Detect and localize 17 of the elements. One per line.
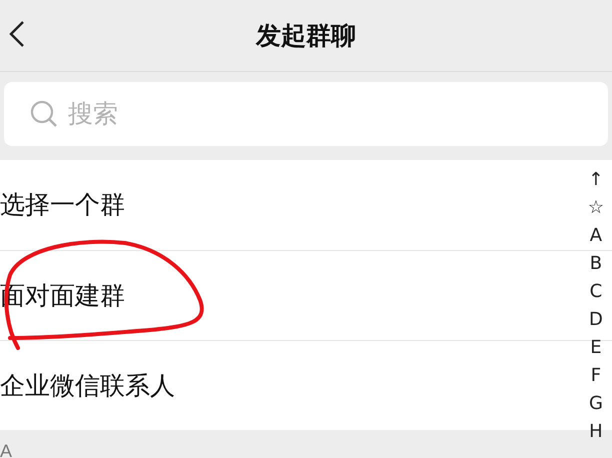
search-field[interactable]: 搜索 <box>4 82 608 146</box>
index-letter[interactable]: E <box>590 334 602 362</box>
index-letter[interactable]: B <box>590 250 602 278</box>
index-letter[interactable]: A <box>590 222 602 250</box>
index-letter[interactable]: ↑ <box>588 166 604 194</box>
index-letter[interactable]: F <box>590 362 602 390</box>
back-icon <box>9 20 25 48</box>
index-letter[interactable]: H <box>589 418 603 446</box>
index-letter[interactable]: G <box>588 390 603 418</box>
index-letter[interactable]: C <box>590 278 602 306</box>
index-letter[interactable]: D <box>588 306 603 334</box>
window-title: 发起群聊 <box>256 20 356 52</box>
search-icon <box>30 100 58 128</box>
search-input[interactable]: 搜索 <box>68 95 368 133</box>
index-letter[interactable]: ☆ <box>588 194 604 222</box>
list-item[interactable]: 选择一个群 <box>0 186 125 224</box>
list-item[interactable]: 企业微信联系人 <box>0 366 175 404</box>
